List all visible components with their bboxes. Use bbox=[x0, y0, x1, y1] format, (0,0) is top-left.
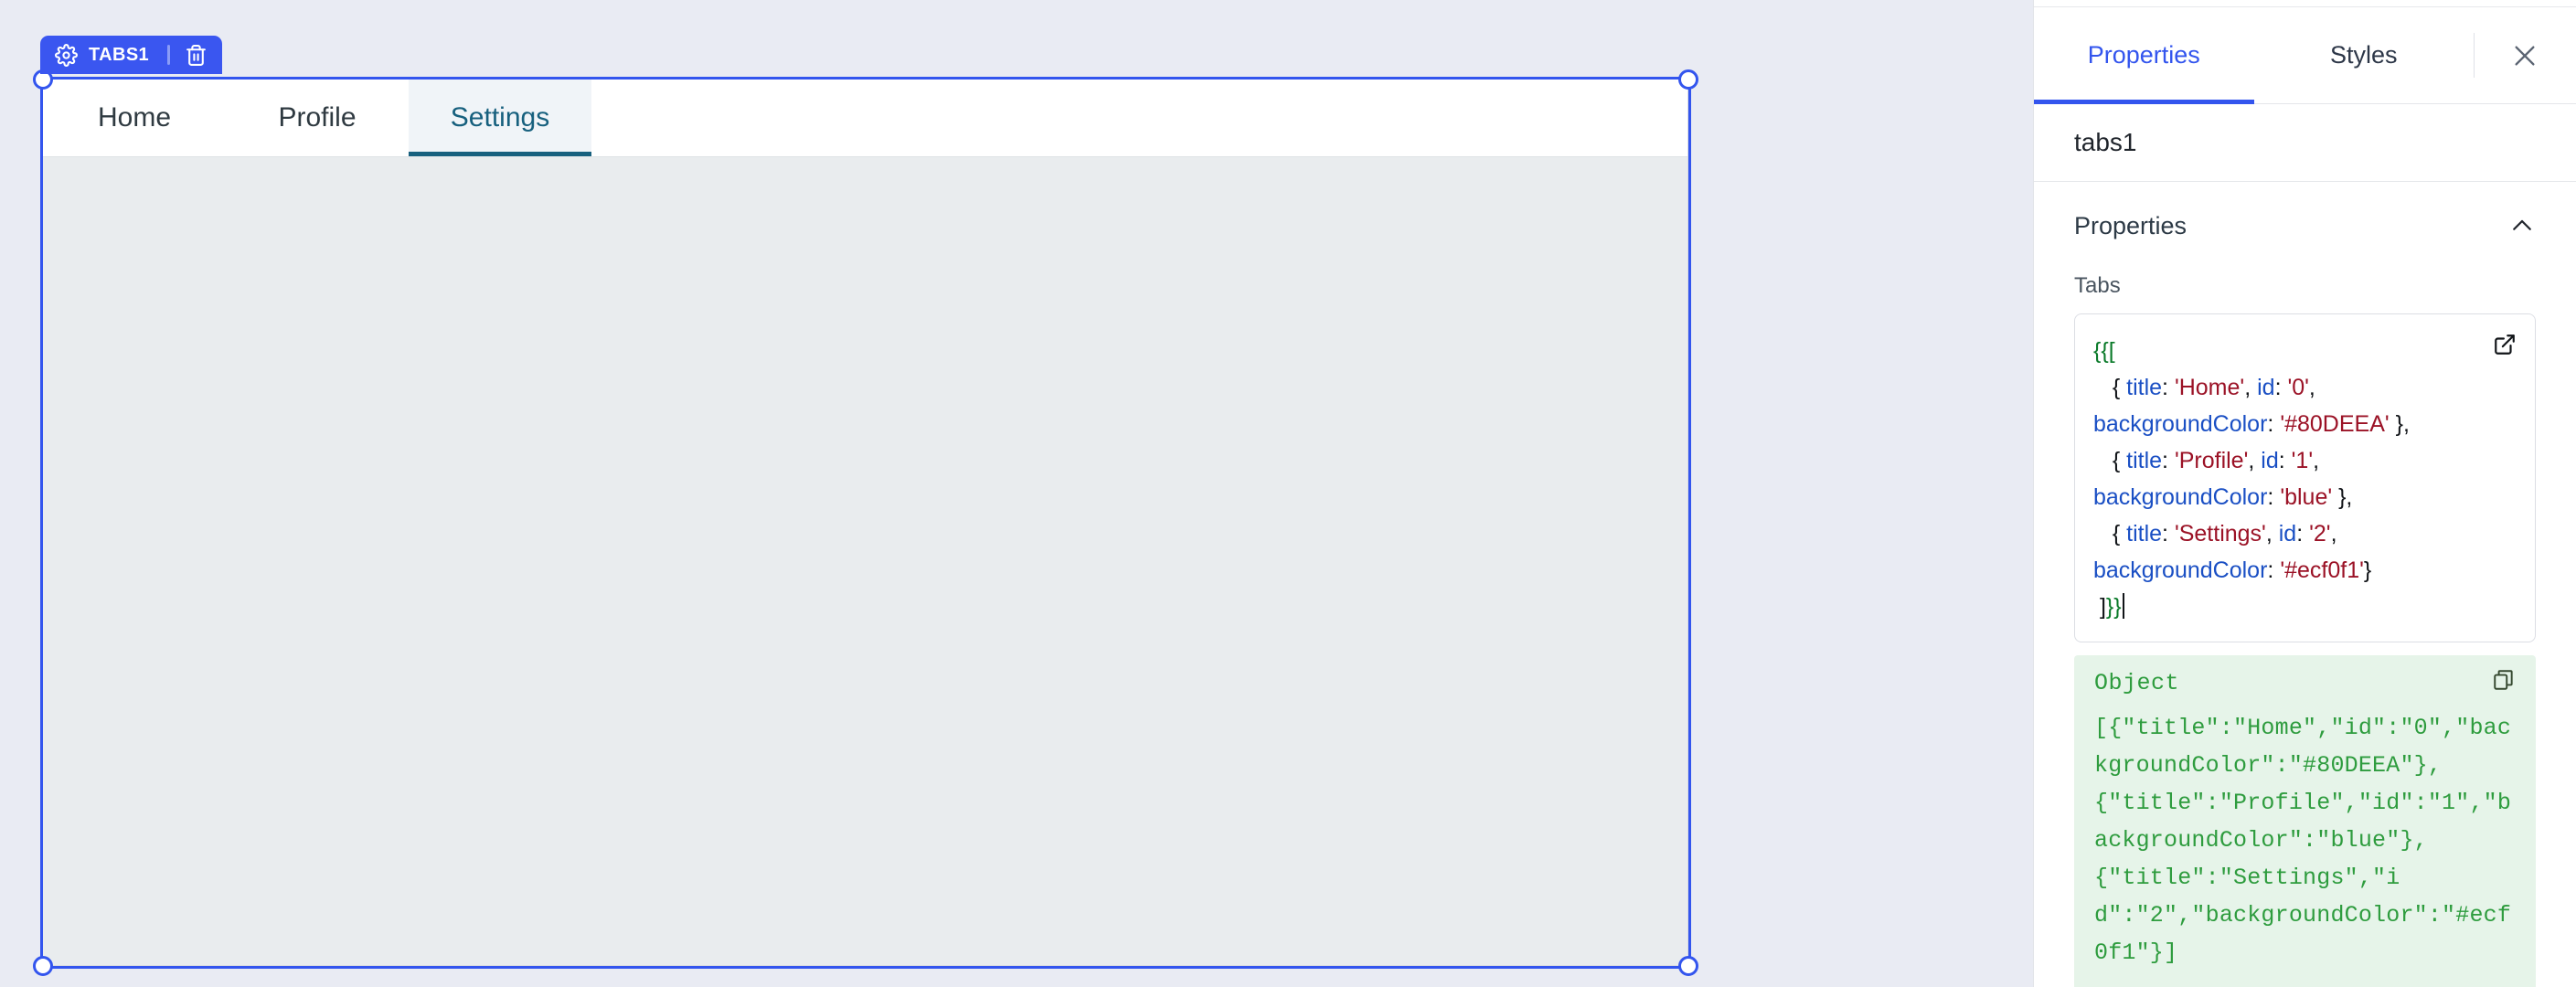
resize-handle-bottom-right[interactable] bbox=[1678, 956, 1698, 976]
badge-divider bbox=[167, 45, 171, 65]
component-name-text: tabs1 bbox=[2074, 128, 2137, 156]
gear-icon[interactable] bbox=[55, 43, 78, 67]
resize-handle-bottom-left[interactable] bbox=[33, 956, 53, 976]
inspector-tabbar[interactable]: Properties Styles bbox=[2034, 7, 2576, 104]
code-editor-content[interactable]: {{[ { title: 'Home', id: '0', background… bbox=[2093, 333, 2513, 625]
tab-properties[interactable]: Properties bbox=[2034, 7, 2254, 104]
text-caret bbox=[2122, 593, 2124, 619]
widget-name-label: TABS1 bbox=[89, 44, 150, 65]
chevron-up-icon[interactable] bbox=[2508, 212, 2536, 239]
tab-styles-label: Styles bbox=[2329, 41, 2398, 69]
properties-section-title: Properties bbox=[2074, 211, 2187, 239]
component-name-title: tabs1 bbox=[2034, 104, 2576, 182]
object-output-preview: Object [{"title":"Home","id":"0","backgr… bbox=[2074, 655, 2536, 987]
properties-section-header[interactable]: Properties bbox=[2034, 182, 2576, 270]
external-link-icon[interactable] bbox=[2493, 333, 2517, 356]
tabs-code-editor[interactable]: {{[ { title: 'Home', id: '0', background… bbox=[2074, 313, 2536, 642]
widget-name-badge[interactable]: TABS1 bbox=[40, 36, 223, 74]
resize-handle-top-right[interactable] bbox=[1678, 69, 1698, 90]
inspector-panel: Properties Styles tabs1 Properties Tabs … bbox=[2033, 0, 2576, 987]
copy-icon[interactable] bbox=[2492, 668, 2516, 692]
field-label-tabs: Tabs bbox=[2074, 273, 2121, 298]
object-output-value: [{"title":"Home","id":"0","backgroundCol… bbox=[2094, 715, 2512, 966]
tab-properties-label: Properties bbox=[2087, 41, 2200, 69]
selection-frame bbox=[33, 69, 1698, 976]
tab-styles[interactable]: Styles bbox=[2254, 7, 2475, 103]
inspector-body: Properties Tabs {{[ { title: 'Home', id:… bbox=[2034, 182, 2576, 987]
object-type-label: Object bbox=[2094, 670, 2180, 696]
editor-canvas[interactable]: TABS1 Home Profile Settings bbox=[0, 0, 2033, 987]
trash-icon[interactable] bbox=[185, 44, 208, 67]
app-root: TABS1 Home Profile Settings Properties S… bbox=[0, 0, 2576, 987]
close-icon[interactable] bbox=[2510, 41, 2539, 70]
panel-top-divider bbox=[2034, 0, 2576, 7]
close-panel-button[interactable] bbox=[2474, 7, 2576, 103]
